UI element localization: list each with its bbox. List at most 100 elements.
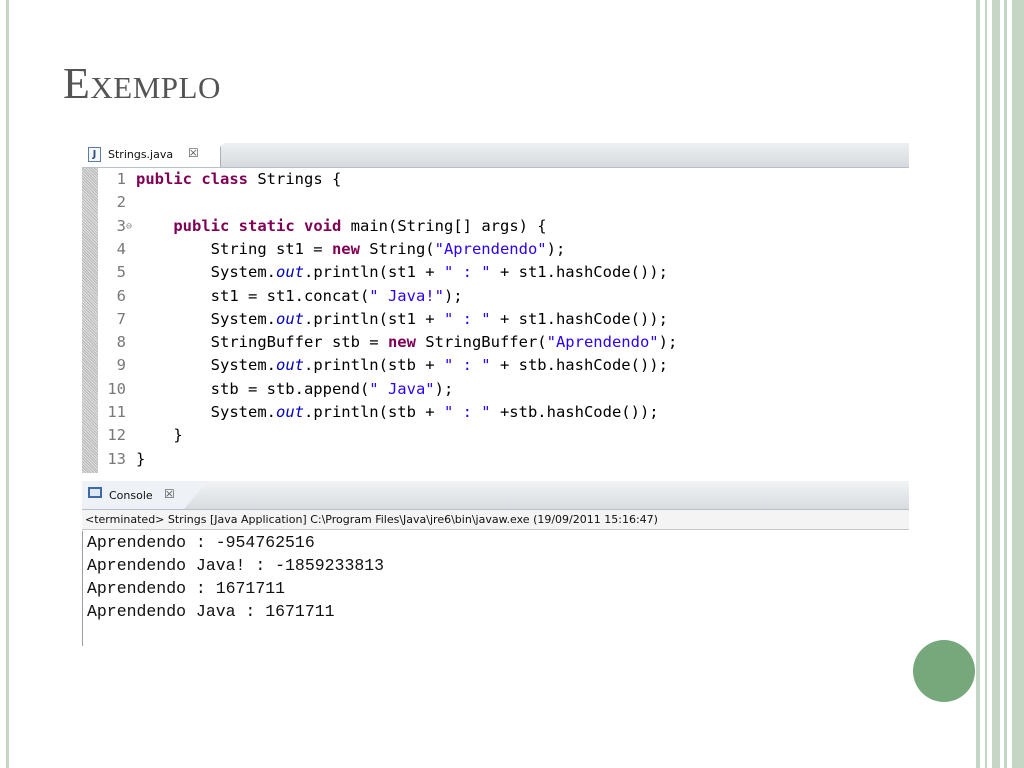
console-tab-bar: Console ☒ [82, 481, 909, 510]
close-icon[interactable]: ☒ [164, 487, 175, 501]
code-line: 1 public class Strings { [100, 168, 900, 191]
code-text: System.out.println(stb + " : " +stb.hash… [136, 403, 659, 421]
close-icon[interactable]: ☒ [188, 146, 199, 160]
line-number: 12 [107, 426, 126, 445]
line-number: 4 [116, 239, 126, 258]
code-token: String st1 = [136, 239, 332, 258]
code-line: 5 System.out.println(st1 + " : " + st1.h… [100, 261, 900, 284]
code-text: StringBuffer stb = new StringBuffer("Apr… [136, 333, 678, 352]
keyword-token: void [304, 216, 342, 235]
code-token: .println(st1 + [303, 263, 444, 282]
keyword-token: public [173, 216, 230, 235]
line-number: 1 [116, 170, 126, 188]
field-token: out [275, 309, 304, 328]
string-token: "Aprendendo" [434, 239, 547, 258]
code-token: + stb.hashCode()); [490, 356, 668, 375]
code-token: } [136, 449, 146, 468]
string-token: " : " [443, 263, 491, 282]
code-editor[interactable]: J Strings.java ☒ 1 public class Strings … [82, 143, 909, 473]
code-token: st1 = st1.concat( [136, 286, 370, 305]
code-line: 6 st1 = st1.concat(" Java!"); [100, 285, 900, 308]
code-token: Strings { [248, 170, 342, 188]
decorative-circle [913, 640, 975, 702]
console-tab-label: Console [109, 489, 153, 502]
line-number: 8 [116, 333, 126, 352]
fold-toggle-icon[interactable]: ⊖ [126, 215, 136, 238]
string-token: " : " [443, 309, 491, 328]
console-line: Aprendendo : 1671711 [87, 579, 286, 598]
slide-left-border [6, 0, 9, 768]
code-line: 2 [100, 191, 900, 214]
line-number: 11 [107, 403, 126, 421]
tab-edge [200, 143, 224, 167]
keyword-token: public [136, 170, 192, 188]
tab-console[interactable]: Console ☒ [82, 481, 184, 509]
code-token: ); [434, 379, 454, 398]
string-token: " Java" [369, 379, 435, 398]
line-number: 5 [116, 263, 126, 282]
code-text: st1 = st1.concat(" Java!"); [136, 287, 463, 305]
code-token: stb = stb.append( [136, 379, 370, 398]
line-number: 10 [107, 379, 126, 398]
code-token: main(String[] args) { [341, 216, 547, 235]
code-token: System. [136, 263, 276, 282]
line-number: 13 [107, 449, 126, 468]
slide-title: Exemplo [63, 59, 221, 108]
line-number: 9 [116, 356, 126, 375]
keyword-token: new [331, 239, 360, 258]
code-text: public class Strings { [136, 170, 341, 188]
code-token: ); [546, 239, 566, 258]
code-text: public static void main(String[] args) { [136, 216, 547, 235]
editor-gutter [82, 168, 98, 473]
field-token: out [275, 356, 304, 375]
string-token: " : " [443, 403, 491, 421]
keyword-token: new [387, 333, 416, 352]
code-line: 10 stb = stb.append(" Java"); [100, 378, 900, 401]
code-line: 9 System.out.println(stb + " : " + stb.h… [100, 354, 900, 377]
code-token: String( [359, 239, 435, 258]
keyword-token: class [201, 170, 249, 188]
code-text: System.out.println(stb + " : " + stb.has… [136, 356, 668, 374]
console-output[interactable]: Aprendendo : -954762516 Aprendendo Java!… [82, 531, 910, 646]
code-token: System. [136, 356, 276, 375]
editor-tab-bar: J Strings.java ☒ [82, 143, 909, 168]
tab-label: Strings.java [108, 148, 174, 161]
code-token: + st1.hashCode()); [490, 263, 668, 282]
string-token: " : " [443, 356, 491, 375]
console-status: <terminated> Strings [Java Application] … [82, 510, 909, 530]
code-token: ); [443, 286, 463, 305]
console-view[interactable]: Console ☒ <terminated> Strings [Java App… [82, 481, 910, 646]
code-line: 7 System.out.println(st1 + " : " + st1.h… [100, 308, 900, 331]
field-token: out [275, 403, 304, 421]
code-line: 4 String st1 = new String("Aprendendo"); [100, 238, 900, 261]
string-token: "Aprendendo" [546, 333, 659, 352]
code-area[interactable]: 1 public class Strings {2 3⊖ public stat… [82, 168, 909, 473]
code-text: } [136, 426, 183, 445]
code-token: StringBuffer stb = [136, 333, 388, 352]
code-text: System.out.println(st1 + " : " + st1.has… [136, 310, 668, 328]
line-number: 6 [116, 286, 126, 305]
code-line: 12 } [100, 424, 900, 447]
line-number: 2 [116, 193, 126, 212]
line-number: 7 [116, 309, 126, 328]
string-token: " Java!" [369, 286, 444, 305]
code-text: } [136, 450, 145, 468]
code-token: .println(st1 + [303, 309, 444, 328]
code-line: 13 } [100, 448, 900, 471]
code-text: String st1 = new String("Aprendendo"); [136, 239, 566, 258]
code-token: } [136, 426, 183, 445]
